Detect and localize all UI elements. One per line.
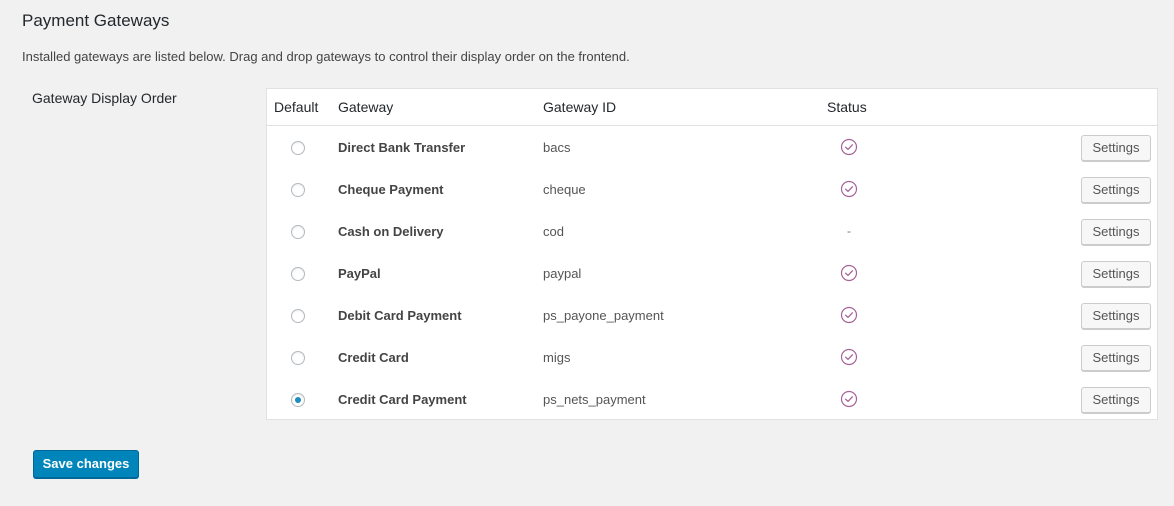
gateway-id: ps_payone_payment <box>543 308 664 323</box>
gateway-id: migs <box>543 350 571 365</box>
settings-button[interactable]: Settings <box>1081 177 1151 203</box>
check-circle-icon <box>840 138 858 156</box>
gateway-name: Direct Bank Transfer <box>338 140 466 155</box>
gateways-table: Default Gateway Gateway ID Status Direct… <box>266 88 1158 420</box>
gateway-name: Credit Card <box>338 350 409 365</box>
column-header-gateway-id: Gateway ID <box>543 99 617 115</box>
page-title: Payment Gateways <box>22 11 170 30</box>
gateway-name: Debit Card Payment <box>338 308 462 323</box>
page-description: Installed gateways are listed below. Dra… <box>22 49 630 64</box>
table-row[interactable]: Cheque Payment cheque Settings <box>267 169 1157 211</box>
gateway-id: bacs <box>543 140 571 155</box>
table-row[interactable]: Debit Card Payment ps_payone_payment Set… <box>267 295 1157 337</box>
check-circle-icon <box>840 390 858 408</box>
table-header: Default Gateway Gateway ID Status <box>267 89 1157 126</box>
gateway-id: cod <box>543 224 564 239</box>
gateway-id: ps_nets_payment <box>543 392 646 407</box>
save-changes-button[interactable]: Save changes <box>33 450 139 478</box>
gateway-name: PayPal <box>338 266 381 281</box>
table-row[interactable]: PayPal paypal Settings <box>267 253 1157 295</box>
gateway-id: paypal <box>543 266 582 281</box>
default-radio[interactable] <box>291 225 305 239</box>
column-header-gateway: Gateway <box>338 99 394 115</box>
check-circle-icon <box>840 264 858 282</box>
default-radio[interactable] <box>291 267 305 281</box>
settings-button[interactable]: Settings <box>1081 303 1151 329</box>
gateway-name: Cash on Delivery <box>338 224 444 239</box>
table-row[interactable]: Cash on Delivery cod - Settings <box>267 211 1157 253</box>
table-row[interactable]: Direct Bank Transfer bacs Settings <box>267 127 1157 169</box>
gateway-name: Cheque Payment <box>338 182 444 197</box>
column-header-status: Status <box>827 99 867 115</box>
gateway-name: Credit Card Payment <box>338 392 467 407</box>
column-header-default: Default <box>274 99 319 115</box>
table-row[interactable]: Credit Card migs Settings <box>267 337 1157 379</box>
payment-gateways-page: Payment Gateways Installed gateways are … <box>0 0 1174 506</box>
default-radio[interactable] <box>291 309 305 323</box>
default-radio[interactable] <box>291 183 305 197</box>
default-radio[interactable] <box>291 141 305 155</box>
default-radio[interactable] <box>291 393 305 407</box>
settings-button[interactable]: Settings <box>1081 261 1151 287</box>
table-row[interactable]: Credit Card Payment ps_nets_payment Sett… <box>267 379 1157 421</box>
default-radio[interactable] <box>291 351 305 365</box>
settings-button[interactable]: Settings <box>1081 345 1151 371</box>
check-circle-icon <box>840 180 858 198</box>
gateway-display-order-label: Gateway Display Order <box>32 90 177 106</box>
status-disabled-text: - <box>847 224 851 238</box>
check-circle-icon <box>840 348 858 366</box>
gateway-id: cheque <box>543 182 586 197</box>
settings-button[interactable]: Settings <box>1081 387 1151 413</box>
settings-button[interactable]: Settings <box>1081 135 1151 161</box>
settings-button[interactable]: Settings <box>1081 219 1151 245</box>
check-circle-icon <box>840 306 858 324</box>
